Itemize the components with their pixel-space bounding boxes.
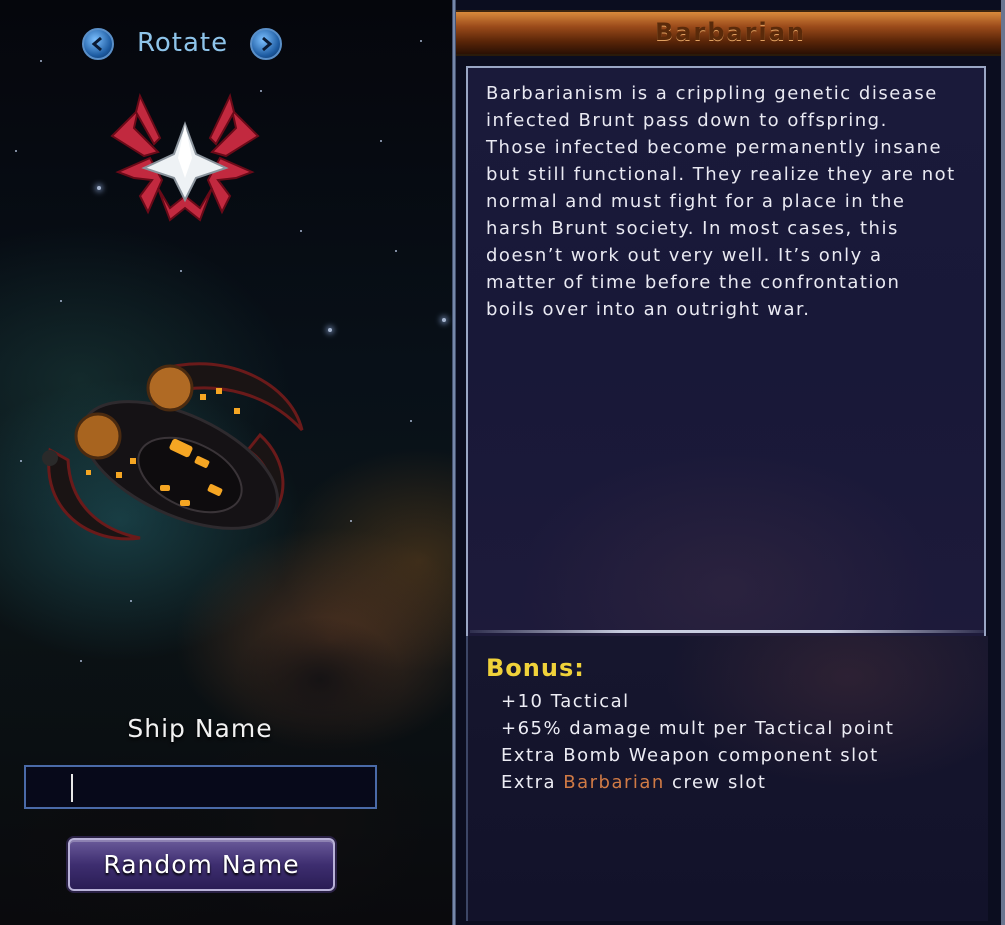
star: [442, 318, 446, 322]
title-bar: Barbarian: [456, 10, 1005, 56]
star: [60, 300, 62, 302]
rotate-label: Rotate: [137, 28, 229, 58]
brunt-faction-emblem-icon: [110, 93, 260, 222]
star: [380, 140, 382, 142]
star: [395, 250, 397, 252]
rotate-right-button[interactable]: [250, 28, 282, 60]
ship-name-label: Ship Name: [127, 714, 273, 743]
chevron-left-icon: [91, 36, 102, 52]
bonus-text: Extra: [501, 772, 564, 793]
star: [350, 520, 352, 522]
text-caret: [71, 774, 73, 802]
bonus-item: +65% damage mult per Tactical point: [501, 718, 895, 739]
bonus-item-crew-slot: Extra Barbarian crew slot: [501, 772, 766, 793]
bonus-title: Bonus:: [486, 654, 585, 682]
bonus-item: Extra Bomb Weapon component slot: [501, 745, 879, 766]
star: [40, 60, 42, 62]
chevron-right-icon: [262, 36, 273, 52]
star: [420, 40, 422, 42]
panel-title: Barbarian: [654, 18, 807, 46]
crew-type-highlight: Barbarian: [563, 772, 665, 793]
star: [410, 420, 412, 422]
star: [300, 230, 302, 232]
section-separator: [470, 630, 985, 633]
brunt-barbarian-ship-icon: [42, 362, 304, 541]
window-border: [1001, 0, 1005, 925]
ship-name-input[interactable]: [24, 765, 377, 809]
description-text: Barbarianism is a crippling genetic dise…: [486, 83, 956, 320]
description-box: Barbarianism is a crippling genetic dise…: [466, 66, 986, 636]
star: [15, 150, 17, 152]
bonus-box: Bonus: +10 Tactical +65% damage mult per…: [466, 636, 988, 921]
ship-preview-panel: Rotate Ship Name Random Name: [0, 0, 452, 925]
star: [130, 600, 132, 602]
random-name-button[interactable]: Random Name: [68, 838, 335, 891]
rotate-left-button[interactable]: [82, 28, 114, 60]
bonus-item: +10 Tactical: [501, 691, 630, 712]
star: [328, 328, 332, 332]
star: [80, 660, 82, 662]
crew-info-panel: Barbarian Barbarianism is a crippling ge…: [456, 0, 1005, 925]
star: [180, 270, 182, 272]
bonus-text: crew slot: [664, 772, 767, 793]
